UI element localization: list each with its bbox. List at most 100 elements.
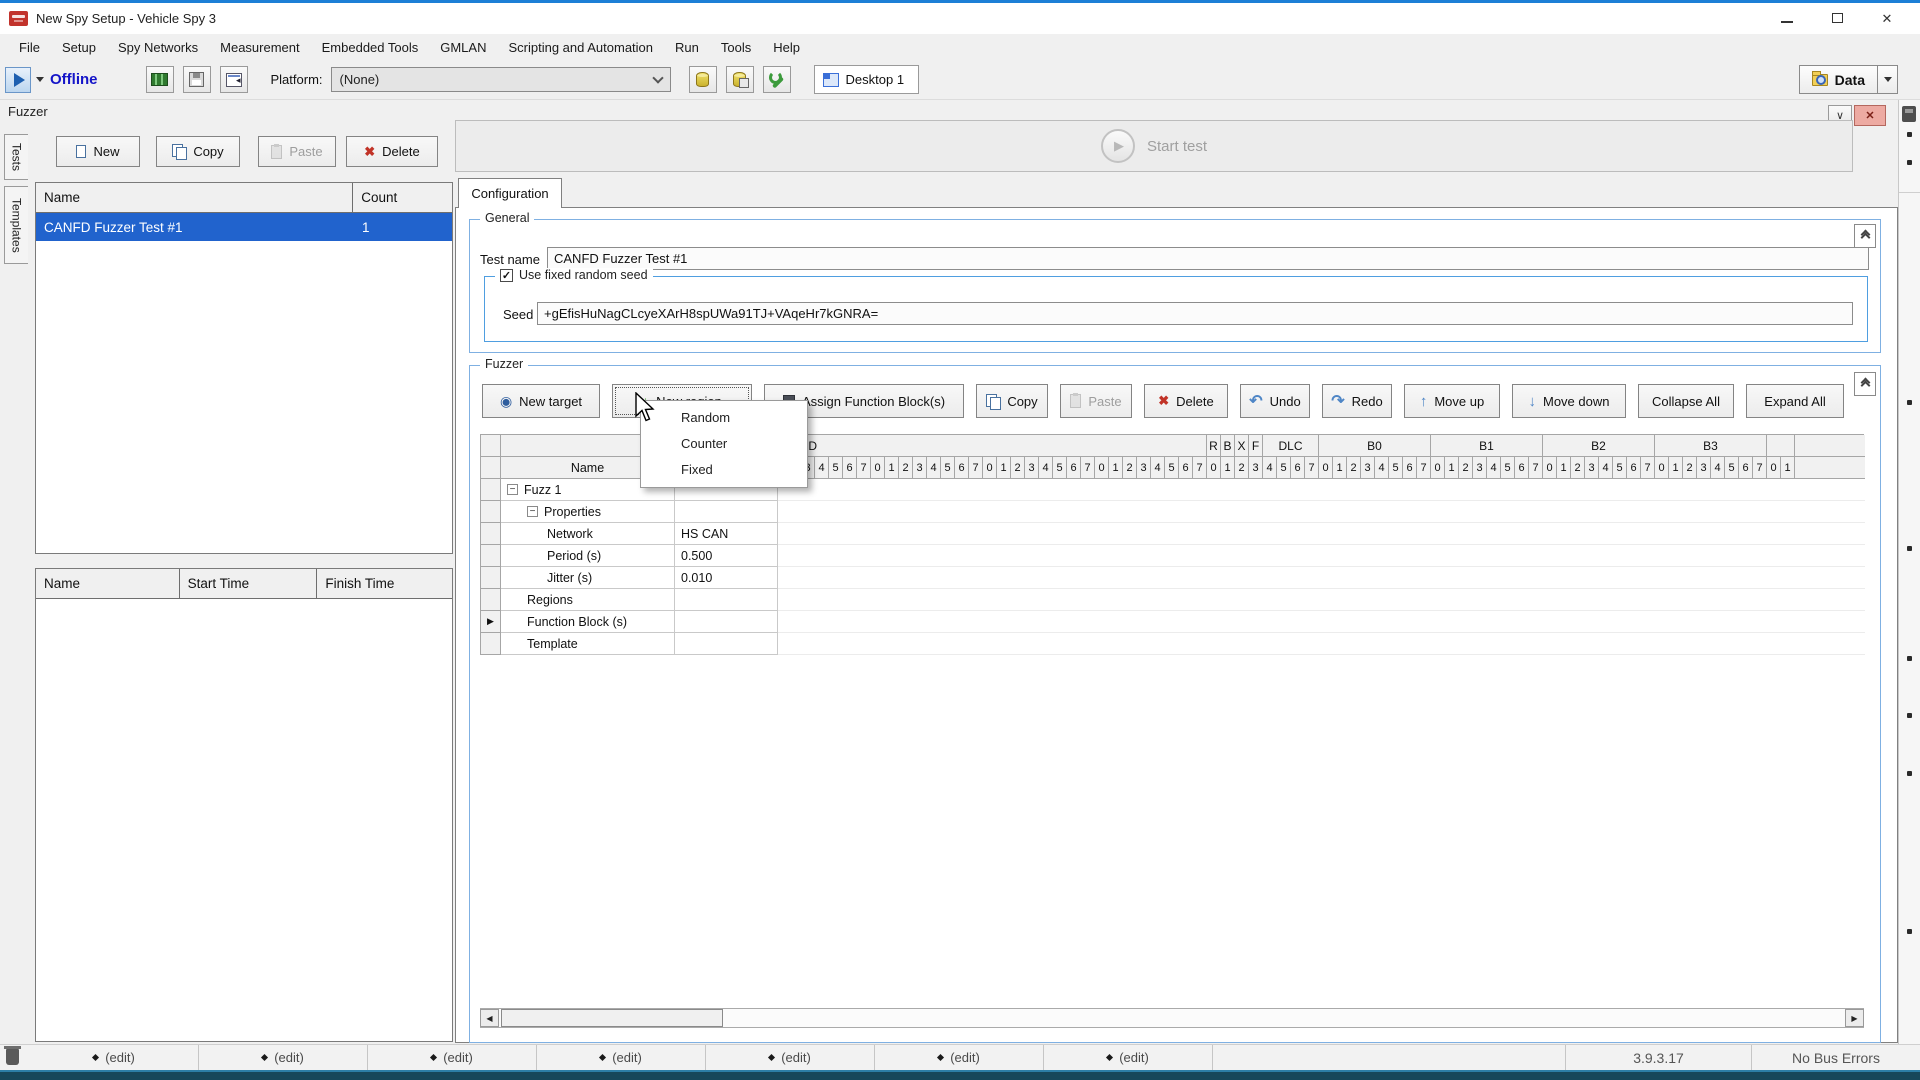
save-button[interactable] xyxy=(183,66,211,93)
hardware-button[interactable] xyxy=(146,66,174,93)
tree-row[interactable]: Jitter (s)0.010 xyxy=(481,567,1864,589)
menu-item-gmlan[interactable]: GMLAN xyxy=(429,37,497,58)
general-collapse-button[interactable] xyxy=(1854,224,1876,248)
delete-test-button[interactable]: Delete xyxy=(346,136,438,167)
paste-test-button[interactable]: Paste xyxy=(258,136,336,167)
menu-item-file[interactable]: File xyxy=(8,37,51,58)
move-down-button[interactable]: Move down xyxy=(1512,384,1626,418)
table-row[interactable]: CANFD Fuzzer Test #1 1 xyxy=(36,213,452,241)
row-selector-cell[interactable] xyxy=(481,501,501,523)
expander-minus-icon[interactable]: − xyxy=(527,506,538,517)
row-selector-cell[interactable] xyxy=(481,523,501,545)
tab-tests[interactable]: Tests xyxy=(4,134,28,180)
row-selector-cell[interactable] xyxy=(481,479,501,501)
tree-row[interactable]: Period (s)0.500 xyxy=(481,545,1864,567)
value-cell[interactable]: 0.500 xyxy=(675,545,778,567)
tree-row[interactable]: NetworkHS CAN xyxy=(481,523,1864,545)
tools-button[interactable] xyxy=(763,66,791,93)
value-cell[interactable] xyxy=(675,611,778,633)
tree-row[interactable]: −Properties xyxy=(481,501,1864,523)
scroll-left-icon[interactable]: ◀ xyxy=(480,1009,499,1027)
row-selector-cell[interactable] xyxy=(481,589,501,611)
tree-row[interactable]: ▶Function Block (s) xyxy=(481,611,1864,633)
scrollbar-thumb[interactable] xyxy=(501,1009,723,1027)
fixed-seed-checkbox[interactable]: ✓ xyxy=(500,269,513,282)
tree-name-cell[interactable]: Regions xyxy=(501,589,675,611)
tree-name-cell[interactable]: Jitter (s) xyxy=(501,567,675,589)
status-edit-cell[interactable]: (edit) xyxy=(1044,1045,1213,1070)
tree-name-cell[interactable]: −Properties xyxy=(501,501,675,523)
status-edit-cell[interactable]: (edit) xyxy=(875,1045,1044,1070)
data-dropdown-button[interactable] xyxy=(1878,65,1898,94)
platform-select[interactable]: (None) xyxy=(331,67,671,92)
column-header-name[interactable]: Name xyxy=(36,183,353,212)
column-header-finish-time[interactable]: Finish Time xyxy=(317,569,452,598)
value-cell[interactable]: HS CAN xyxy=(675,523,778,545)
move-up-button[interactable]: Move up xyxy=(1404,384,1500,418)
row-selector-cell[interactable] xyxy=(481,545,501,567)
maximize-button[interactable] xyxy=(1830,11,1844,26)
column-header-count[interactable]: Count xyxy=(353,183,452,212)
horizontal-scrollbar[interactable]: ◀ ▶ xyxy=(480,1008,1864,1028)
test-name-input[interactable]: CANFD Fuzzer Test #1 xyxy=(547,247,1869,270)
close-button[interactable]: ✕ xyxy=(1880,11,1894,27)
paste-button[interactable]: Paste xyxy=(1060,384,1132,418)
value-cell[interactable] xyxy=(675,633,778,655)
expand-all-button[interactable]: Expand All xyxy=(1746,384,1844,418)
value-cell[interactable]: 0.010 xyxy=(675,567,778,589)
menu-item-run[interactable]: Run xyxy=(664,37,710,58)
menu-item-help[interactable]: Help xyxy=(762,37,811,58)
collapse-all-button[interactable]: Collapse All xyxy=(1638,384,1734,418)
menu-item-counter[interactable]: Counter xyxy=(641,431,807,457)
run-dropdown-icon[interactable] xyxy=(36,77,44,82)
new-target-button[interactable]: New target xyxy=(482,384,600,418)
tree-name-cell[interactable]: Network xyxy=(501,523,675,545)
data-button[interactable]: Data xyxy=(1799,65,1878,94)
menu-item-measurement[interactable]: Measurement xyxy=(209,37,310,58)
seed-input[interactable]: +gEfisHuNagCLcyeXArH8spUWa91TJ+VAqeHr7kG… xyxy=(537,302,1853,325)
row-selector-cell[interactable]: ▶ xyxy=(481,611,501,633)
tab-configuration[interactable]: Configuration xyxy=(458,178,562,208)
run-button[interactable] xyxy=(5,67,31,93)
tree-name-cell[interactable]: Period (s) xyxy=(501,545,675,567)
tree-name-cell[interactable]: Template xyxy=(501,633,675,655)
panel-view-button[interactable] xyxy=(220,66,248,93)
menu-item-random[interactable]: Random xyxy=(641,405,807,431)
minimize-button[interactable] xyxy=(1780,11,1794,26)
tree-row[interactable]: Regions xyxy=(481,589,1864,611)
status-edit-cell[interactable]: (edit) xyxy=(30,1045,199,1070)
tree-name-cell[interactable]: Function Block (s) xyxy=(501,611,675,633)
column-header-name[interactable]: Name xyxy=(36,569,180,598)
menu-item-scripting-and-automation[interactable]: Scripting and Automation xyxy=(497,37,664,58)
tab-templates[interactable]: Templates xyxy=(4,186,28,264)
new-test-button[interactable]: New xyxy=(56,136,140,167)
menu-item-spy-networks[interactable]: Spy Networks xyxy=(107,37,209,58)
delete-button[interactable]: Delete xyxy=(1144,384,1228,418)
status-edit-cell[interactable]: (edit) xyxy=(199,1045,368,1070)
tab-desktop-1[interactable]: Desktop 1 xyxy=(814,65,920,94)
column-header-start-time[interactable]: Start Time xyxy=(180,569,318,598)
status-edit-cell[interactable]: (edit) xyxy=(706,1045,875,1070)
copy-test-button[interactable]: Copy xyxy=(156,136,240,167)
expander-minus-icon[interactable]: − xyxy=(507,484,518,495)
menu-item-setup[interactable]: Setup xyxy=(51,37,107,58)
value-cell[interactable] xyxy=(675,501,778,523)
status-edit-cell[interactable]: (edit) xyxy=(537,1045,706,1070)
menu-item-embedded-tools[interactable]: Embedded Tools xyxy=(311,37,430,58)
undo-button[interactable]: Undo xyxy=(1240,384,1310,418)
database-button[interactable] xyxy=(689,66,717,93)
row-selector-cell[interactable] xyxy=(481,567,501,589)
database-save-button[interactable] xyxy=(726,66,754,93)
scroll-right-icon[interactable]: ▶ xyxy=(1845,1009,1864,1027)
menu-item-tools[interactable]: Tools xyxy=(710,37,762,58)
copy-button[interactable]: Copy xyxy=(976,384,1048,418)
value-cell[interactable] xyxy=(675,589,778,611)
panel-close-button[interactable]: ✕ xyxy=(1854,105,1886,126)
tree-row[interactable]: Template xyxy=(481,633,1864,655)
row-selector-cell[interactable] xyxy=(481,633,501,655)
menu-item-fixed[interactable]: Fixed xyxy=(641,457,807,483)
right-marker-strip[interactable] xyxy=(1898,100,1920,1044)
start-test-button[interactable]: Start test xyxy=(455,120,1853,172)
status-edit-cell[interactable]: (edit) xyxy=(368,1045,537,1070)
fuzzer-collapse-button[interactable] xyxy=(1854,372,1876,396)
